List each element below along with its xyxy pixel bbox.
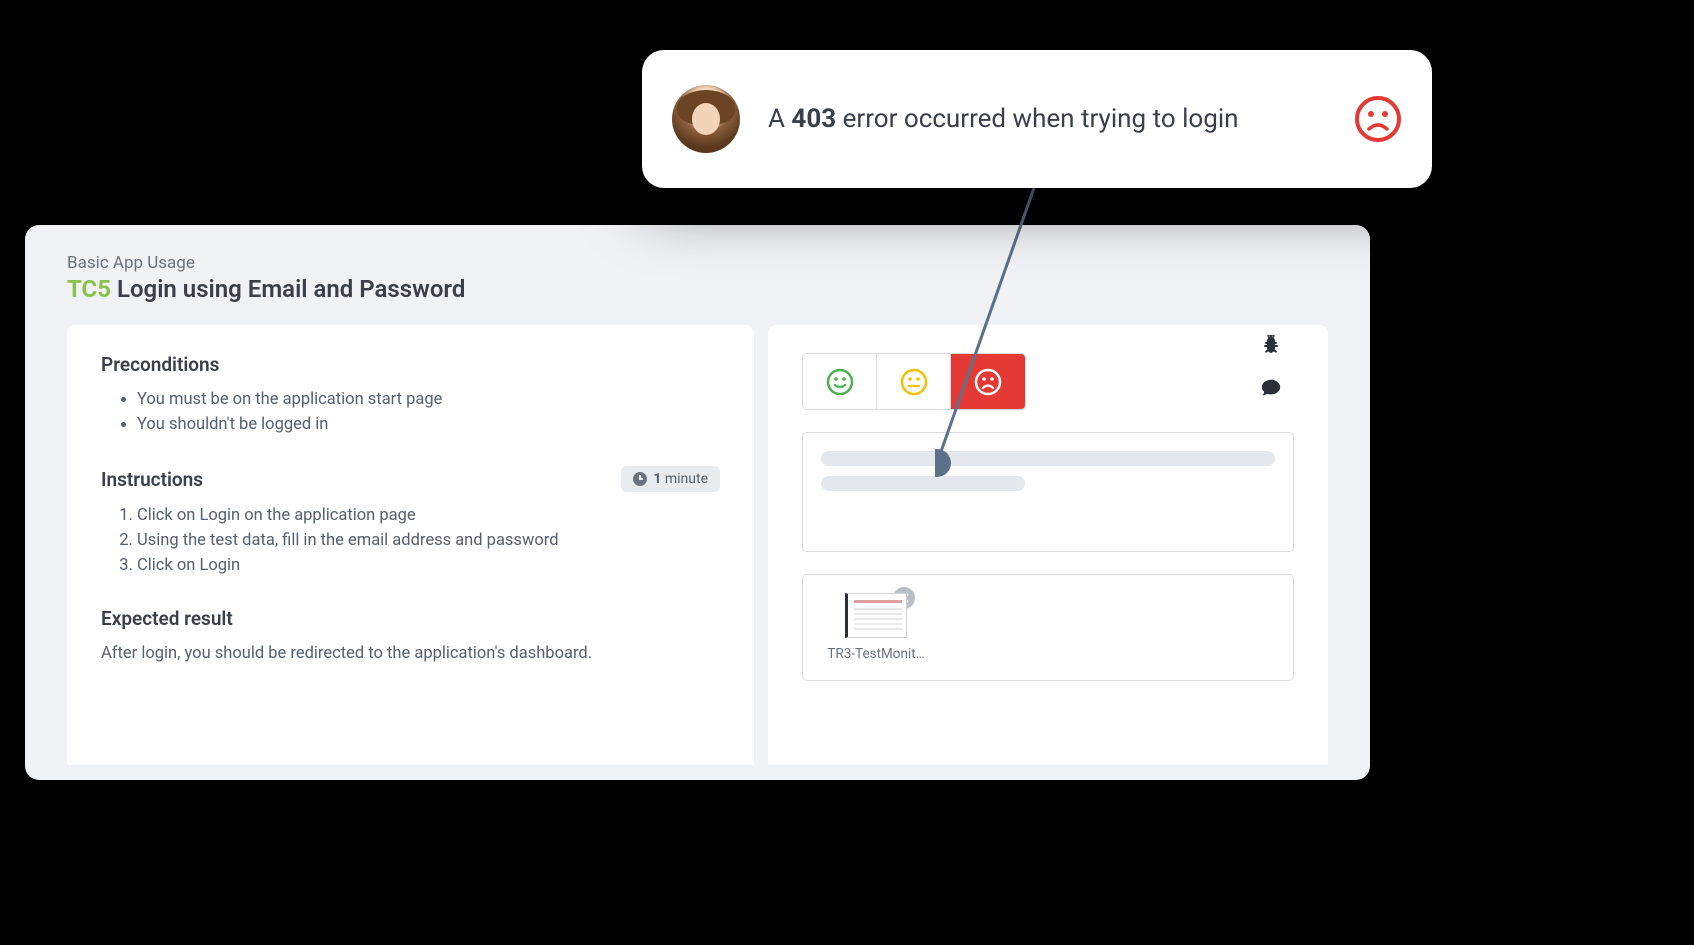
duration-unit: minute (665, 471, 708, 487)
error-callout: A 403 error occurred when trying to logi… (642, 50, 1432, 188)
callout-prefix: A (768, 104, 791, 134)
attachment-thumbnail (845, 593, 907, 638)
result-rating-group (802, 353, 1026, 410)
test-case-panel: Basic App Usage TC5 Login using Email an… (25, 225, 1370, 780)
callout-text: A 403 error occurred when trying to logi… (768, 104, 1354, 134)
duration-value: 1 (653, 471, 661, 487)
duration-badge: 1 minute (621, 466, 720, 492)
result-card: TR3-TestMonit… (768, 325, 1328, 765)
page-title: TC5 Login using Email and Password (67, 275, 1328, 303)
attachment-item[interactable]: TR3-TestMonit… (821, 593, 931, 662)
instructions-heading: Instructions (101, 468, 203, 491)
rating-fail-button[interactable] (951, 354, 1025, 409)
expected-heading: Expected result (101, 607, 720, 630)
instructions-list: Click on Login on the application page U… (101, 506, 720, 575)
callout-error-code: 403 (791, 104, 836, 134)
test-case-name: Login using Email and Password (117, 275, 465, 303)
list-item: You shouldn't be logged in (137, 415, 720, 434)
placeholder-line (821, 476, 1025, 491)
list-item: Using the test data, fill in the email a… (137, 531, 720, 550)
preconditions-list: You must be on the application start pag… (101, 390, 720, 434)
attachment-name: TR3-TestMonit… (821, 646, 931, 662)
list-item: Click on Login (137, 556, 720, 575)
attachments-box: TR3-TestMonit… (802, 574, 1294, 681)
avatar (672, 85, 740, 153)
clock-icon (633, 472, 647, 486)
list-item: You must be on the application start pag… (137, 390, 720, 409)
expected-text: After login, you should be redirected to… (101, 644, 720, 663)
sad-face-icon (1354, 95, 1402, 143)
list-item: Click on Login on the application page (137, 506, 720, 525)
comment-icon[interactable] (1260, 377, 1282, 403)
rating-neutral-button[interactable] (877, 354, 951, 409)
preconditions-heading: Preconditions (101, 353, 720, 376)
details-card: Preconditions You must be on the applica… (67, 325, 754, 765)
comment-input[interactable] (802, 432, 1294, 552)
placeholder-line (821, 451, 1275, 466)
test-case-id: TC5 (67, 275, 111, 303)
breadcrumb: Basic App Usage (67, 253, 1328, 273)
bug-icon[interactable] (1259, 333, 1283, 361)
callout-suffix: error occurred when trying to login (836, 104, 1238, 134)
rating-pass-button[interactable] (803, 354, 877, 409)
